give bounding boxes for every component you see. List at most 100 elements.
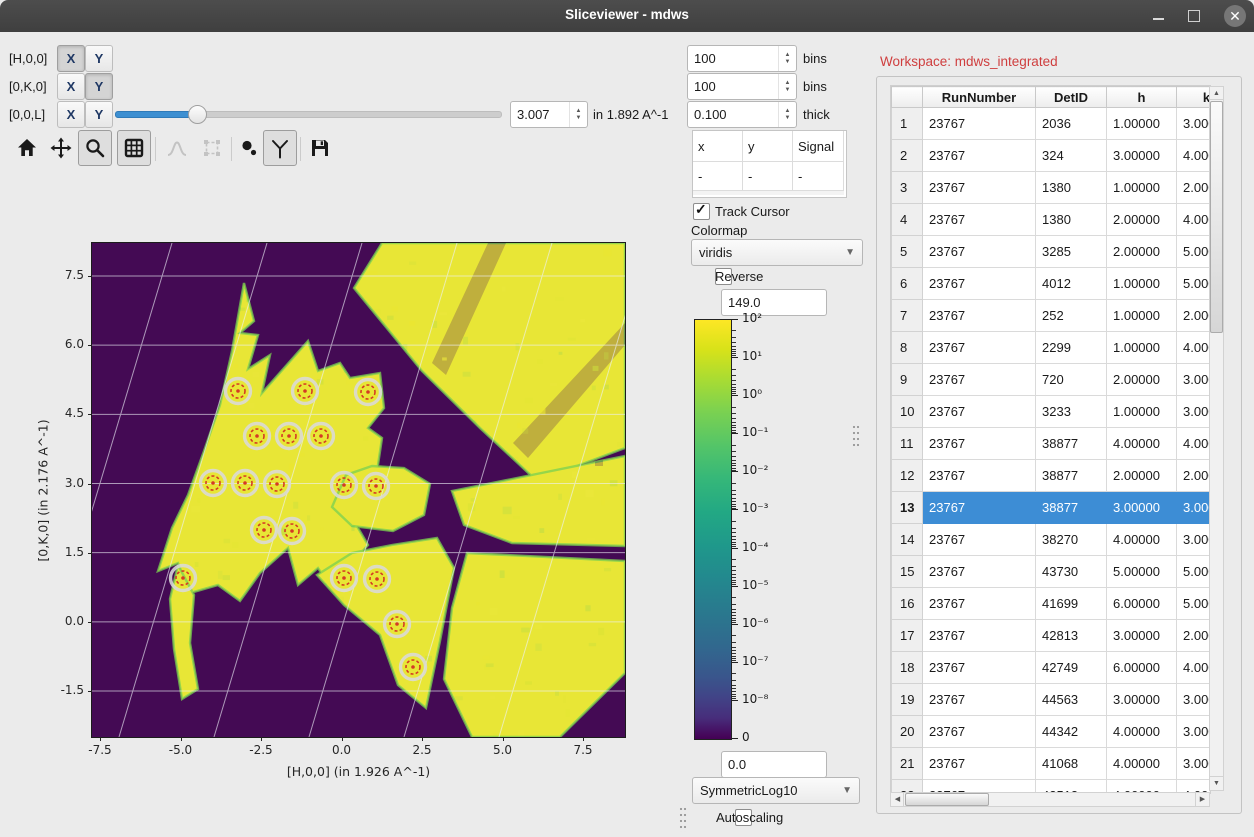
tool-peak-marker[interactable] — [263, 130, 297, 166]
table-cell[interactable]: 23767 — [923, 236, 1036, 268]
table-cell[interactable]: 4.00000 — [1107, 524, 1177, 556]
table-cell[interactable]: 38270 — [1036, 524, 1107, 556]
table-cell[interactable]: 5.00000 — [1107, 556, 1177, 588]
table-cell[interactable]: 1380 — [1036, 204, 1107, 236]
dim-y-btn-2[interactable]: Y — [85, 101, 113, 128]
scroll-right-arrow[interactable]: ▶ — [1195, 792, 1210, 807]
table-cell[interactable]: 3.00000 — [1107, 140, 1177, 172]
table-row[interactable]: 1823767427496.000004.000 — [892, 652, 1212, 684]
tool-pan[interactable] — [44, 130, 78, 166]
row-header[interactable]: 11 — [892, 428, 923, 460]
table-cell[interactable]: 23767 — [923, 620, 1036, 652]
dim-x-btn-1[interactable]: X — [57, 73, 85, 100]
table-cell[interactable]: 43730 — [1036, 556, 1107, 588]
table-cell[interactable]: 23767 — [923, 204, 1036, 236]
table-cell[interactable]: 3.000 — [1177, 492, 1212, 524]
table-cell[interactable]: 3.00000 — [1107, 620, 1177, 652]
table-row[interactable]: 12376720361.000003.000 — [892, 108, 1212, 140]
table-row[interactable]: 52376732852.000005.000 — [892, 236, 1212, 268]
table-cell[interactable]: 23767 — [923, 300, 1036, 332]
tool-save[interactable] — [303, 130, 337, 166]
table-row[interactable]: 42376713802.000004.000 — [892, 204, 1212, 236]
table-cell[interactable]: 42813 — [1036, 620, 1107, 652]
table-cell[interactable]: 41699 — [1036, 588, 1107, 620]
table-cell[interactable]: 4.00000 — [1107, 716, 1177, 748]
table-cell[interactable]: 720 — [1036, 364, 1107, 396]
table-cell[interactable]: 44342 — [1036, 716, 1107, 748]
table-cell[interactable]: 3233 — [1036, 396, 1107, 428]
row-header[interactable]: 3 — [892, 172, 923, 204]
table-cell[interactable]: 2.000 — [1177, 172, 1212, 204]
table-row[interactable]: 2237673243.000004.000 — [892, 140, 1212, 172]
table-cell[interactable]: 23767 — [923, 172, 1036, 204]
row-header[interactable]: 16 — [892, 588, 923, 620]
table-cell[interactable]: 44563 — [1036, 684, 1107, 716]
table-cell[interactable]: 38877 — [1036, 460, 1107, 492]
tool-zoom[interactable] — [78, 130, 112, 166]
y-bins-spinbox[interactable]: 100 ▲▼ — [687, 73, 797, 100]
table-row[interactable]: 1623767416996.000005.000 — [892, 588, 1212, 620]
row-header[interactable]: 7 — [892, 300, 923, 332]
table-cell[interactable]: 2.00000 — [1107, 204, 1177, 236]
row-header[interactable]: 8 — [892, 332, 923, 364]
table-row[interactable]: 1523767437305.000005.000 — [892, 556, 1212, 588]
table-cell[interactable]: 3285 — [1036, 236, 1107, 268]
table-cell[interactable]: 1.00000 — [1107, 332, 1177, 364]
table-cell[interactable]: 3.000 — [1177, 108, 1212, 140]
dim-y-btn-0[interactable]: Y — [85, 45, 113, 72]
splitter-handle[interactable] — [679, 806, 687, 832]
table-cell[interactable]: 4012 — [1036, 268, 1107, 300]
table-cell[interactable]: 2.000 — [1177, 460, 1212, 492]
table-cell[interactable]: 23767 — [923, 524, 1036, 556]
table-row[interactable]: 7237672521.000002.000 — [892, 300, 1212, 332]
table-cell[interactable]: 23767 — [923, 556, 1036, 588]
table-cell[interactable]: 23767 — [923, 364, 1036, 396]
row-header[interactable]: 1 — [892, 108, 923, 140]
table-cell[interactable]: 6.00000 — [1107, 652, 1177, 684]
slice-value-spinbox[interactable]: 3.007 ▲▼ — [510, 101, 588, 128]
table-cell[interactable]: 6.00000 — [1107, 588, 1177, 620]
x-bins-spinbox[interactable]: 100 ▲▼ — [687, 45, 797, 72]
table-cell[interactable]: 23767 — [923, 108, 1036, 140]
row-header[interactable]: 9 — [892, 364, 923, 396]
table-cell[interactable]: 4.000 — [1177, 204, 1212, 236]
table-cell[interactable]: 5.000 — [1177, 236, 1212, 268]
table-cell[interactable]: 23767 — [923, 716, 1036, 748]
table-row[interactable]: 2023767443424.000003.000 — [892, 716, 1212, 748]
table-cell[interactable]: 23767 — [923, 748, 1036, 780]
tool-grid[interactable] — [117, 130, 151, 166]
row-header[interactable]: 13 — [892, 492, 923, 524]
normalization-combobox[interactable]: SymmetricLog10▼ — [692, 777, 860, 804]
table-cell[interactable]: 2.00000 — [1107, 364, 1177, 396]
column-header[interactable]: DetID — [1036, 87, 1107, 108]
slice-plot-canvas[interactable] — [92, 243, 625, 737]
tool-line-profile[interactable] — [160, 130, 194, 166]
table-row[interactable]: 82376722991.000004.000 — [892, 332, 1212, 364]
row-header[interactable]: 17 — [892, 620, 923, 652]
table-row[interactable]: 102376732331.000003.000 — [892, 396, 1212, 428]
table-row[interactable]: 62376740121.000005.000 — [892, 268, 1212, 300]
table-cell[interactable]: 23767 — [923, 492, 1036, 524]
colorbar[interactable] — [694, 319, 732, 740]
row-header[interactable]: 12 — [892, 460, 923, 492]
spin-arrows-icon[interactable]: ▲▼ — [778, 102, 796, 127]
table-cell[interactable]: 5.000 — [1177, 556, 1212, 588]
table-row[interactable]: 2123767410684.000003.000 — [892, 748, 1212, 780]
track-cursor-checkbox[interactable] — [693, 203, 710, 220]
table-cell[interactable]: 23767 — [923, 332, 1036, 364]
table-cell[interactable]: 1.00000 — [1107, 268, 1177, 300]
minimize-button[interactable] — [1153, 18, 1164, 20]
spin-arrows-icon[interactable]: ▲▼ — [569, 102, 587, 127]
table-cell[interactable]: 4.000 — [1177, 652, 1212, 684]
horizontal-scrollbar-thumb[interactable] — [905, 793, 989, 806]
table-cell[interactable]: 1.00000 — [1107, 108, 1177, 140]
row-header[interactable]: 5 — [892, 236, 923, 268]
table-cell[interactable]: 3.00000 — [1107, 684, 1177, 716]
dim-slider-handle[interactable] — [188, 105, 207, 124]
table-cell[interactable]: 4.000 — [1177, 140, 1212, 172]
dim-x-btn-2[interactable]: X — [57, 101, 85, 128]
table-row[interactable]: 9237677202.000003.000 — [892, 364, 1212, 396]
table-cell[interactable]: 1.00000 — [1107, 300, 1177, 332]
spin-arrows-icon[interactable]: ▲▼ — [778, 74, 796, 99]
table-cell[interactable]: 23767 — [923, 428, 1036, 460]
